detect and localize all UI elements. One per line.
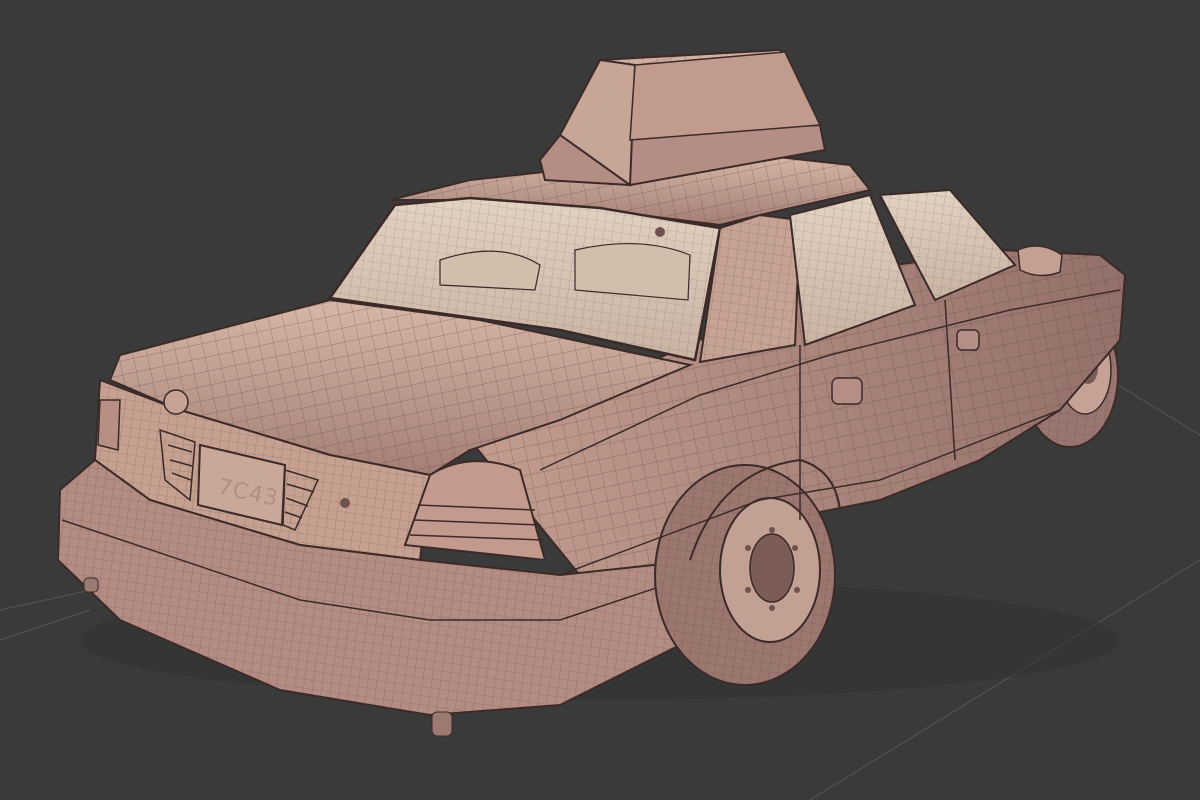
3d-viewport[interactable]: 7C43	[0, 0, 1200, 800]
side-mirror	[1017, 245, 1063, 277]
taxi-wireframe-render: 7C43	[0, 48, 1200, 800]
front-door-handle	[956, 329, 980, 351]
rear-left-wheel	[654, 464, 836, 686]
rear-door-handle	[831, 377, 863, 405]
